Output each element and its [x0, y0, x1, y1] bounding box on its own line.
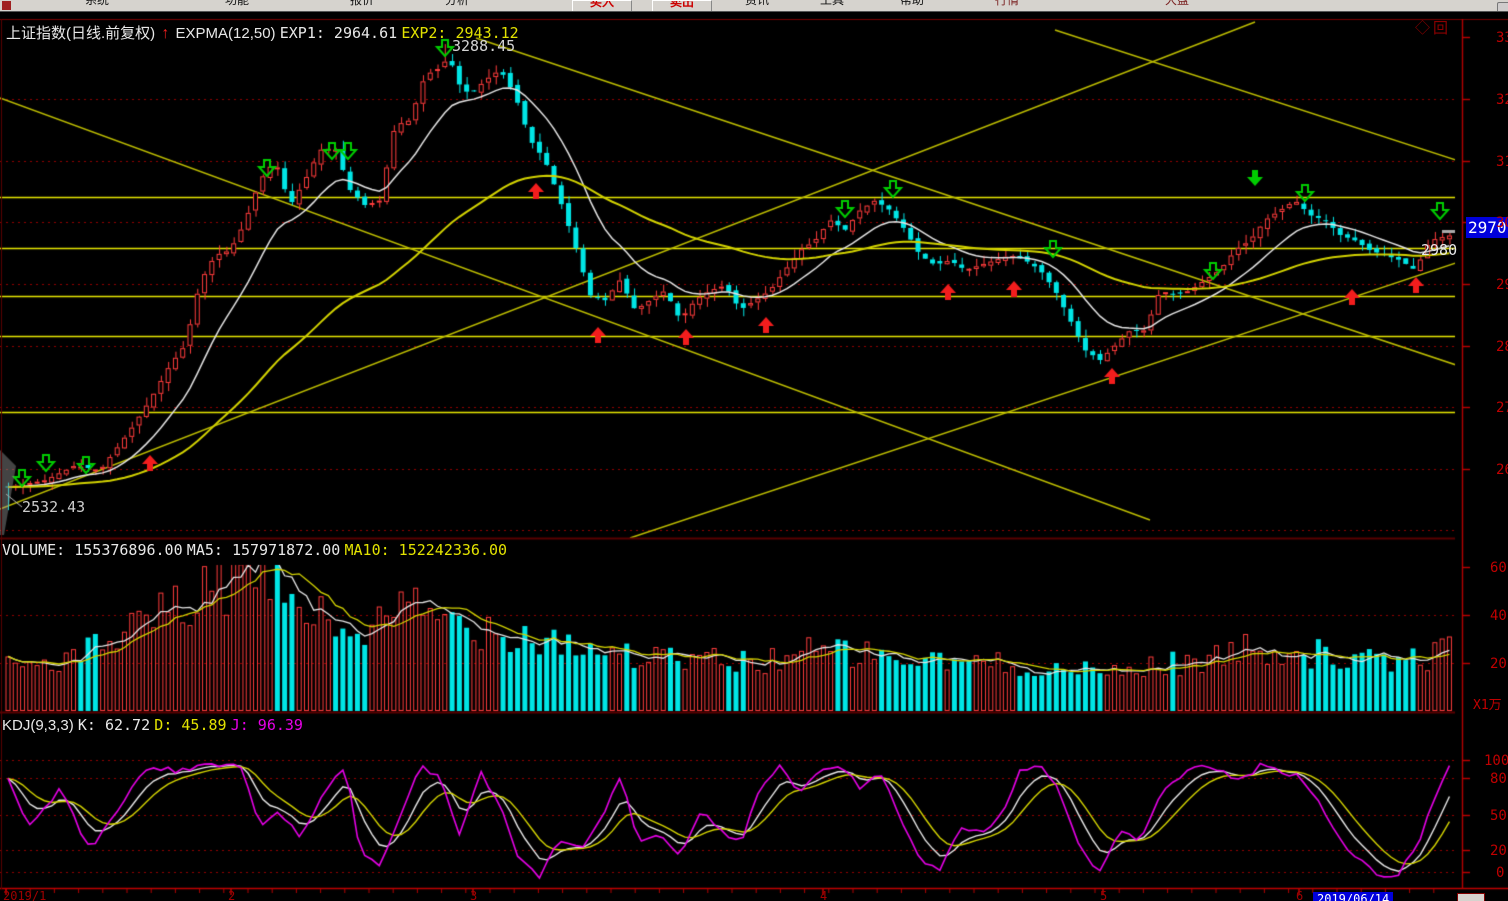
kdj-k-value: K: 62.72 [78, 716, 150, 734]
menu-item[interactable]: 行情 [995, 0, 1019, 11]
pane-corner-icons: ◇回 [1415, 17, 1451, 38]
kdj-axis-label: 20 [1490, 843, 1507, 859]
volume-ma10-value: MA10: 152242336.00 [345, 541, 508, 559]
kdj-name[interactable]: KDJ(9,3,3) [2, 717, 74, 734]
x-axis-label: 5 [1100, 889, 1107, 901]
y-axis-label: 3300 [1496, 30, 1508, 46]
y-axis-label: 2800 [1496, 339, 1508, 355]
symbol-title: 上证指数(日线.前复权) [6, 25, 155, 42]
kdj-axis-label: 80 [1490, 771, 1507, 787]
scroll-up-button[interactable] [1497, 2, 1508, 12]
trendline-price-label: 2980 [1421, 241, 1457, 259]
chart-header: 上证指数(日线.前复权) ↑ EXPMA(12,50) EXP1: 2964.6… [6, 22, 519, 43]
trough-price-label: 2532.43 [22, 498, 85, 516]
menu-item[interactable]: 工具 [820, 0, 844, 11]
menu-item[interactable]: 帮助 [900, 0, 924, 11]
menu-item[interactable]: 系统 [85, 0, 109, 11]
y-axis-label: 3000 [1496, 215, 1508, 231]
volume-axis-label: 60 [1490, 560, 1507, 576]
y-axis-label: 2600 [1496, 462, 1508, 478]
x-axis-label: 6 [1296, 889, 1303, 901]
kdj-d-value: D: 45.89 [154, 716, 226, 734]
chart-canvas[interactable] [0, 0, 1508, 901]
period-button[interactable] [1457, 893, 1485, 901]
x-axis-label: 2019/1 [3, 889, 46, 901]
menu-item[interactable]: 功能 [225, 0, 249, 11]
peak-price-label: 3288.45 [452, 37, 515, 55]
menu-item[interactable]: 报价 [350, 0, 374, 11]
indicator-label[interactable]: EXPMA(12,50) [176, 25, 276, 42]
diamond-icon[interactable]: ◇ [1415, 20, 1433, 37]
volume-value: VOLUME: 155376896.00 [2, 541, 183, 559]
menu-quick-button[interactable]: 买入 [572, 0, 632, 12]
x-axis-label: 3 [470, 889, 477, 901]
kdj-j-value: J: 96.39 [231, 716, 303, 734]
volume-axis-label: 40 [1490, 608, 1507, 624]
cursor-date-badge: 2019/06/14 [1313, 892, 1393, 901]
kdj-axis-label: 50 [1490, 808, 1507, 824]
menu-bar: 系统 功能 报价 分析 资讯 工具 帮助 行情 大盘 买入 卖出 [0, 0, 1508, 12]
y-axis-label: 3200 [1496, 92, 1508, 108]
volume-ma5-value: MA5: 157971872.00 [187, 541, 341, 559]
kdj-axis-label: 0 [1496, 865, 1504, 881]
menu-quick-button[interactable]: 卖出 [652, 0, 712, 12]
volume-header: VOLUME: 155376896.00 MA5: 157971872.00 M… [2, 541, 507, 559]
x-axis-label: 2 [228, 889, 235, 901]
app-logo-icon [2, 1, 11, 10]
up-arrow-icon: ↑ [159, 25, 171, 42]
app-window: 系统 功能 报价 分析 资讯 工具 帮助 行情 大盘 买入 卖出 上证指数(日线.前复权) ↑ E… [0, 0, 1508, 901]
volume-unit-label: X1万 [1473, 694, 1502, 713]
y-axis-label: 2700 [1496, 400, 1508, 416]
x-axis-label: 4 [820, 889, 827, 901]
menu-item[interactable]: 分析 [445, 0, 469, 11]
kdj-axis-label: 100 [1484, 753, 1508, 769]
menu-item[interactable]: 大盘 [1165, 0, 1189, 11]
maximize-icon[interactable]: 回 [1433, 20, 1451, 37]
kdj-header: KDJ(9,3,3) K: 62.72 D: 45.89 J: 96.39 [2, 716, 303, 734]
y-axis-label: 3100 [1496, 154, 1508, 170]
menu-item[interactable]: 资讯 [745, 0, 769, 11]
volume-axis-label: 20 [1490, 656, 1507, 672]
exp1-value: EXP1: 2964.61 [280, 24, 397, 42]
y-axis-label: 2900 [1496, 277, 1508, 293]
